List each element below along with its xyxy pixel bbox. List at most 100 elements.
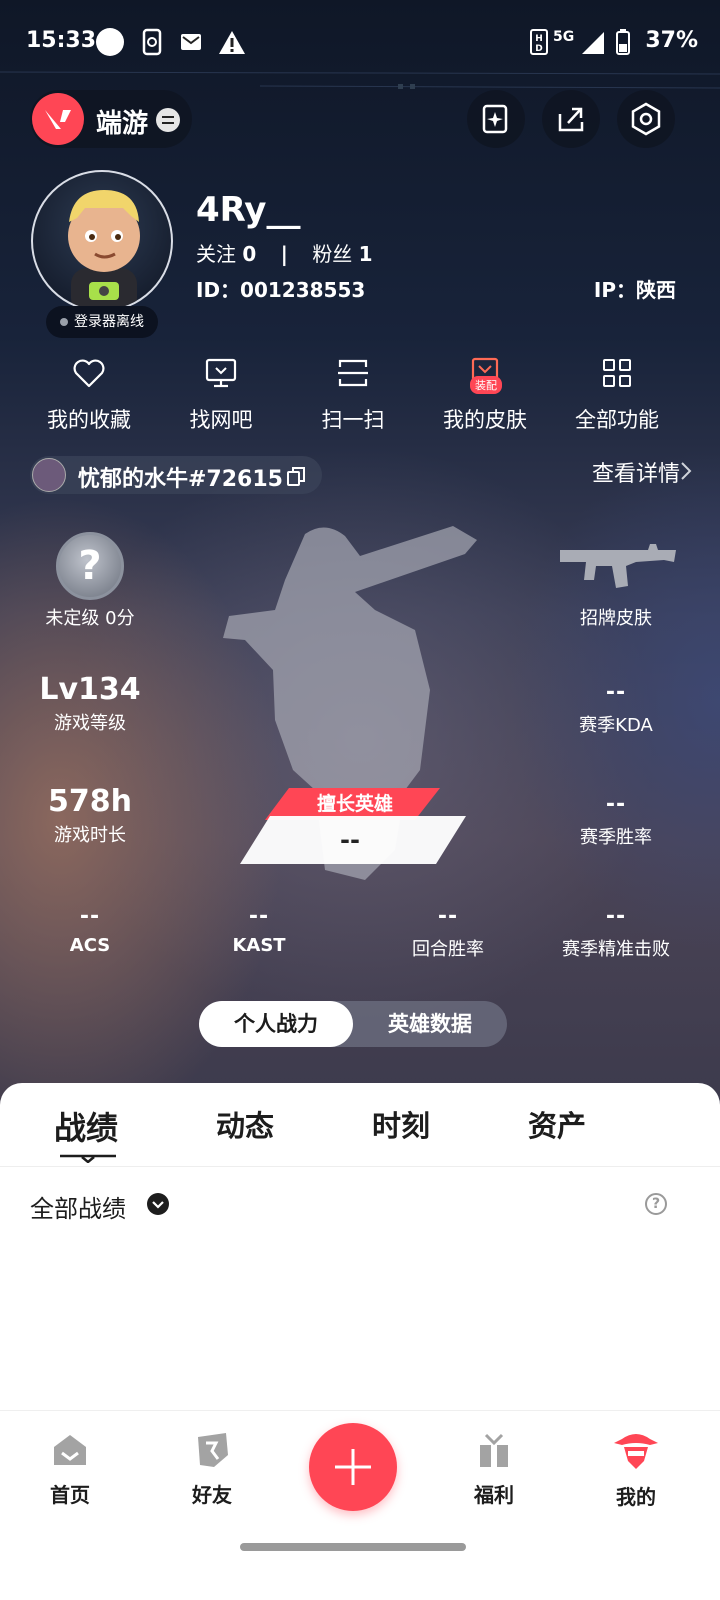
nav-friends-label: 好友 (192, 1483, 232, 1507)
precise-kill-value: -- (605, 904, 627, 929)
kast-label: KAST (232, 935, 286, 956)
rank-badge[interactable]: ? (56, 532, 124, 600)
playtime-value: 578h (48, 784, 132, 819)
riot-account-pill[interactable]: 忧郁的水牛#72615 (30, 456, 322, 494)
heart-icon (73, 359, 105, 388)
fans-count[interactable]: 1 (359, 242, 373, 266)
personal-power-tab[interactable]: 个人战力 (199, 1001, 353, 1047)
create-post-button[interactable] (309, 1423, 397, 1511)
my-skins-button[interactable]: 装配 我的皮肤 (420, 356, 550, 434)
nav-welfare[interactable]: 福利 (444, 1431, 544, 1508)
gift-icon (480, 1433, 508, 1467)
nav-home[interactable]: 首页 (20, 1431, 120, 1508)
round-winrate-value: -- (437, 904, 459, 929)
svg-text:H: H (535, 34, 543, 44)
character-avatar-icon (68, 190, 140, 310)
precise-kill-stat: -- 赛季精准击败 (531, 904, 701, 961)
help-icon[interactable]: ? (645, 1193, 667, 1215)
internet-cafe-label: 找网吧 (189, 408, 253, 432)
favorites-button[interactable]: 我的收藏 (24, 356, 154, 434)
notification-dot-icon (96, 28, 124, 56)
riot-account-name: 忧郁的水牛#72615 (78, 467, 283, 492)
season-kda-stat: -- 赛季KDA (531, 680, 701, 737)
grid-icon (603, 359, 631, 387)
playtime-label: 游戏时长 (54, 825, 126, 846)
login-status-text: 登录器离线 (74, 314, 144, 330)
season-winrate-label: 赛季胜率 (580, 827, 652, 848)
fans-label[interactable]: 粉丝 (312, 242, 352, 266)
profile-icon (614, 1434, 658, 1469)
hd-icon: HD (530, 29, 548, 55)
nav-profile-label: 我的 (616, 1485, 656, 1509)
divider (0, 1166, 720, 1167)
avatar[interactable] (31, 170, 173, 312)
swap-icon (156, 108, 180, 132)
signature-skin-label: 招牌皮肤 (580, 608, 652, 629)
season-kda-value: -- (605, 680, 627, 705)
settings-button[interactable] (617, 90, 675, 148)
tab-assets[interactable]: 资产 (528, 1103, 586, 1145)
nav-home-label: 首页 (50, 1483, 90, 1507)
rank-label: 未定级 0分 (45, 608, 135, 629)
valorant-logo-icon (32, 93, 84, 145)
scan-label: 扫一扫 (321, 408, 385, 432)
battery-percent: 37% (645, 28, 698, 53)
kast-stat: -- KAST (174, 904, 344, 956)
user-id: ID：001238553 (196, 278, 366, 302)
sparkle-card-icon (482, 104, 508, 134)
signature-skin-stat[interactable]: 招牌皮肤 (531, 602, 701, 630)
home-icon (54, 1435, 86, 1465)
season-winrate-value: -- (605, 792, 627, 817)
playtime-stat: 578h 游戏时长 (5, 784, 175, 847)
nav-friends[interactable]: 好友 (162, 1431, 262, 1508)
all-functions-label: 全部功能 (575, 408, 659, 432)
season-kda-label: 赛季KDA (579, 715, 653, 736)
home-indicator[interactable] (240, 1543, 466, 1551)
scan-button[interactable]: 扫一扫 (288, 356, 418, 434)
best-hero-value: -- (340, 826, 360, 854)
acs-value: -- (79, 904, 101, 929)
hero-data-tab[interactable]: 英雄数据 (353, 1001, 507, 1047)
share-button[interactable] (542, 90, 600, 148)
internet-cafe-button[interactable]: 找网吧 (156, 356, 286, 434)
login-status-badge: 登录器离线 (46, 306, 158, 338)
riot-avatar (32, 458, 66, 492)
chevron-down-icon[interactable] (147, 1193, 169, 1215)
follow-count[interactable]: 0 (242, 242, 256, 266)
game-switcher[interactable]: 端游 (30, 90, 192, 148)
divider: | (280, 242, 288, 266)
equip-tag: 装配 (470, 376, 502, 394)
kast-value: -- (248, 904, 270, 929)
warning-icon (219, 31, 245, 54)
tab-records[interactable]: 战绩 (54, 1103, 118, 1149)
round-winrate-stat: -- 回合胜率 (363, 904, 533, 961)
monitor-icon (205, 358, 237, 388)
precise-kill-label: 赛季精准击败 (562, 939, 670, 960)
all-functions-button[interactable]: 全部功能 (552, 356, 682, 434)
tab-moments[interactable]: 时刻 (372, 1103, 430, 1145)
season-winrate-stat: -- 赛季胜率 (531, 792, 701, 849)
nickname: 4Ry__ (196, 190, 301, 230)
game-level-stat: Lv134 游戏等级 (5, 672, 175, 735)
phone-sync-icon (142, 28, 162, 56)
ai-card-button[interactable] (467, 90, 525, 148)
acs-label: ACS (69, 935, 111, 956)
network-type: 5G (553, 29, 575, 45)
copy-icon[interactable] (285, 465, 307, 487)
share-icon (558, 107, 584, 132)
nav-profile[interactable]: 我的 (586, 1431, 686, 1510)
svg-text:D: D (535, 44, 542, 54)
records-filter-label[interactable]: 全部战绩 (30, 1189, 126, 1224)
view-details-link[interactable]: 查看详情 (592, 456, 680, 488)
game-name: 端游 (96, 109, 149, 139)
follow-label[interactable]: 关注 (196, 242, 236, 266)
follow-stats: 关注 0 | 粉丝 1 (196, 238, 373, 267)
ip-location: IP：陕西 (593, 278, 676, 302)
game-level-label: 游戏等级 (54, 713, 126, 734)
offline-dot-icon (60, 318, 68, 326)
status-time: 15:33 (26, 28, 97, 53)
favorites-label: 我的收藏 (47, 408, 131, 432)
active-tab-indicator (60, 1154, 116, 1163)
tab-feed[interactable]: 动态 (216, 1103, 274, 1145)
weapon-skin-icon (560, 544, 676, 588)
